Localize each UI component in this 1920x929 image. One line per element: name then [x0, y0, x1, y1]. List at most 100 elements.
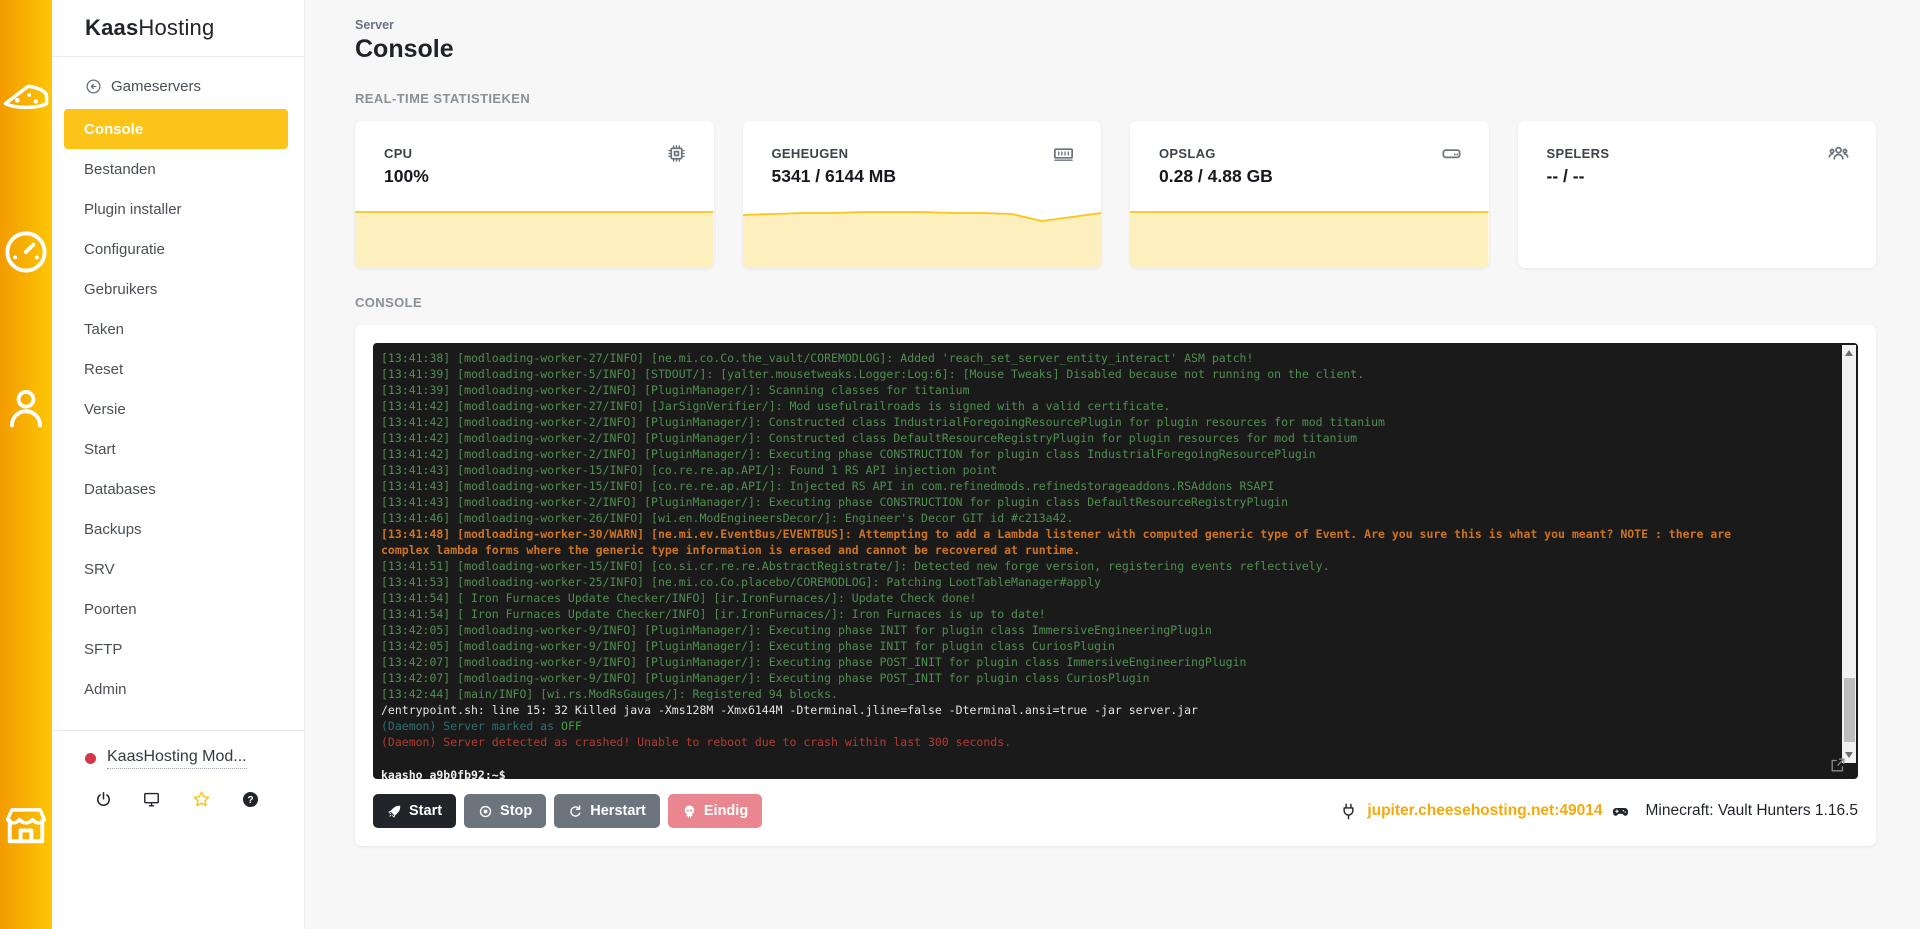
console-prompt[interactable]: kaasho_a9b0fb92:~$: [381, 767, 1824, 779]
monitor-icon[interactable]: [142, 790, 161, 809]
rocket-icon: [387, 804, 402, 819]
console-line: [13:41:43] [modloading-worker-15/INFO] […: [381, 463, 998, 477]
button-label: Herstart: [590, 803, 646, 819]
cpu-chip-icon: [665, 142, 688, 165]
page-eyebrow: Server: [355, 18, 394, 32]
console-line: [13:41:43] [modloading-worker-15/INFO] […: [381, 479, 1275, 493]
sidebar-item-start[interactable]: Start: [64, 429, 288, 469]
scroll-down-arrow-icon[interactable]: [1845, 752, 1853, 758]
stat-card-value: 100%: [384, 166, 429, 186]
back-link-label: Gameservers: [111, 78, 202, 95]
stop-button[interactable]: Stop: [464, 794, 547, 828]
stat-card-opslag: OPSLAG 0.28 / 4.88 GB: [1130, 121, 1489, 268]
page-title: Console: [355, 35, 454, 63]
console-line: [13:42:05] [modloading-worker-9/INFO] [P…: [381, 639, 1115, 653]
stop-circle-icon: [478, 804, 493, 819]
server-status-dot: [85, 753, 96, 764]
stat-cards: CPU 100% GEHEUGEN 5341 / 6144 MB OPSLAG 0.28 …: [355, 121, 1876, 268]
terminal-scrollbar[interactable]: [1842, 345, 1856, 763]
plug-icon: [1339, 802, 1358, 821]
sidebar-item-taken[interactable]: Taken: [64, 309, 288, 349]
sidebar-item-plugin-installer[interactable]: Plugin installer: [64, 189, 288, 229]
stats-section-label: REAL-TIME STATISTIEKEN: [355, 91, 531, 106]
server-selector[interactable]: KaasHosting Mod...: [85, 748, 304, 769]
brand-bold: Kaas: [85, 15, 139, 40]
sidebar-footer-icons: ?: [94, 789, 260, 810]
console-line: [13:41:42] [modloading-worker-2/INFO] [P…: [381, 447, 1316, 461]
sidebar-menu: Console Bestanden Plugin installer Configur…: [52, 109, 304, 709]
herstart-button[interactable]: Herstart: [554, 794, 660, 828]
console-line: [13:42:44] [main/INFO] [wi.rs.ModRsGauge…: [381, 687, 838, 701]
console-line: [13:41:53] [modloading-worker-25/INFO] […: [381, 575, 1102, 589]
stat-card-cpu: CPU 100%: [355, 121, 714, 268]
usage-sparkline-chart: [1130, 210, 1489, 268]
console-line: (Daemon) Server marked as OFF: [381, 719, 582, 733]
stat-card-spelers: SPELERS -- / --: [1517, 121, 1876, 268]
sidebar-item-sftp[interactable]: SFTP: [64, 629, 288, 669]
stat-card-value: 5341 / 6144 MB: [771, 166, 897, 186]
sidebar-item-configuratie[interactable]: Configuratie: [64, 229, 288, 269]
console-line: complex lambda forms where the generic t…: [381, 543, 1081, 557]
ram-icon: [1052, 142, 1075, 165]
sidebar-item-admin[interactable]: Admin: [64, 669, 288, 709]
sidebar-item-bestanden[interactable]: Bestanden: [64, 149, 288, 189]
console-line: [13:41:46] [modloading-worker-26/INFO] […: [381, 511, 1074, 525]
back-to-gameservers-link[interactable]: Gameservers: [85, 78, 304, 95]
user-icon[interactable]: [0, 330, 52, 486]
stat-card-title: SPELERS: [1546, 146, 1610, 161]
svg-text:?: ?: [247, 795, 253, 806]
console-card: [13:41:38] [modloading-worker-27/INFO] […: [355, 325, 1876, 846]
scroll-up-arrow-icon[interactable]: [1845, 350, 1853, 356]
sidebar-item-console[interactable]: Console: [64, 109, 288, 149]
sidebar-item-backups[interactable]: Backups: [64, 509, 288, 549]
usage-sparkline-chart: [742, 210, 1101, 268]
dashboard-gauge-icon[interactable]: [0, 174, 52, 330]
console-line: [13:41:38] [modloading-worker-27/INFO] […: [381, 351, 1254, 365]
console-terminal[interactable]: [13:41:38] [modloading-worker-27/INFO] […: [373, 343, 1858, 779]
help-icon[interactable]: ?: [241, 790, 260, 809]
console-output: [13:41:38] [modloading-worker-27/INFO] […: [381, 350, 1824, 750]
button-label: Eindig: [703, 803, 749, 819]
store-icon[interactable]: [0, 747, 52, 903]
restart-icon: [568, 804, 583, 819]
console-line: [13:41:42] [modloading-worker-27/INFO] […: [381, 399, 1171, 413]
stat-card-title: OPSLAG: [1159, 146, 1216, 161]
open-fullscreen-icon[interactable]: [1829, 757, 1846, 774]
eindig-button[interactable]: Eindig: [667, 794, 763, 828]
console-line: /entrypoint.sh: line 15: 32 Killed java …: [381, 703, 1198, 717]
skull-icon: [682, 804, 697, 819]
stat-card-value: 0.28 / 4.88 GB: [1159, 166, 1273, 186]
console-line: [13:42:07] [modloading-worker-9/INFO] [P…: [381, 671, 1150, 685]
power-icon[interactable]: [94, 790, 113, 809]
start-button[interactable]: Start: [373, 794, 457, 828]
game-name: Minecraft: Vault Hunters 1.16.5: [1645, 802, 1858, 819]
logout-icon[interactable]: [0, 903, 52, 929]
gamepad-icon: [1611, 802, 1630, 821]
scrollbar-thumb[interactable]: [1843, 678, 1855, 742]
brand-logo[interactable]: Kaas Hosting: [52, 0, 304, 57]
star-icon[interactable]: [191, 789, 212, 810]
hdd-icon: [1440, 142, 1463, 165]
stat-card-geheugen: GEHEUGEN 5341 / 6144 MB: [742, 121, 1101, 268]
action-buttons: Start Stop Herstart Eindig: [373, 794, 770, 828]
sidebar-item-versie[interactable]: Versie: [64, 389, 288, 429]
console-section-label: CONSOLE: [355, 295, 423, 310]
console-line: [13:41:42] [modloading-worker-2/INFO] [P…: [381, 415, 1385, 429]
console-line: [13:42:05] [modloading-worker-9/INFO] [P…: [381, 623, 1212, 637]
sidebar-item-poorten[interactable]: Poorten: [64, 589, 288, 629]
sidebar-item-srv[interactable]: SRV: [64, 549, 288, 589]
button-label: Start: [409, 803, 443, 819]
console-line: [13:41:43] [modloading-worker-2/INFO] [P…: [381, 495, 1288, 509]
cheese-logo-icon[interactable]: [0, 18, 52, 174]
sidebar-item-reset[interactable]: Reset: [64, 349, 288, 389]
left-rail: [0, 0, 52, 929]
console-line: [13:41:48] [modloading-worker-30/WARN] […: [381, 527, 1732, 541]
app-canvas: Kaas Hosting Gameservers Console Bestanden…: [0, 0, 1920, 929]
server-address-link[interactable]: jupiter.cheesehosting.net:49014: [1367, 802, 1602, 820]
console-actions-row: Start Stop Herstart Eindig jupiter.cheeseho…: [373, 794, 1858, 828]
sidebar: Kaas Hosting Gameservers Console Bestanden…: [52, 0, 305, 929]
rail-bottom-icons: [0, 747, 52, 903]
sidebar-item-databases[interactable]: Databases: [64, 469, 288, 509]
sidebar-item-gebruikers[interactable]: Gebruikers: [64, 269, 288, 309]
button-label: Stop: [500, 803, 533, 819]
